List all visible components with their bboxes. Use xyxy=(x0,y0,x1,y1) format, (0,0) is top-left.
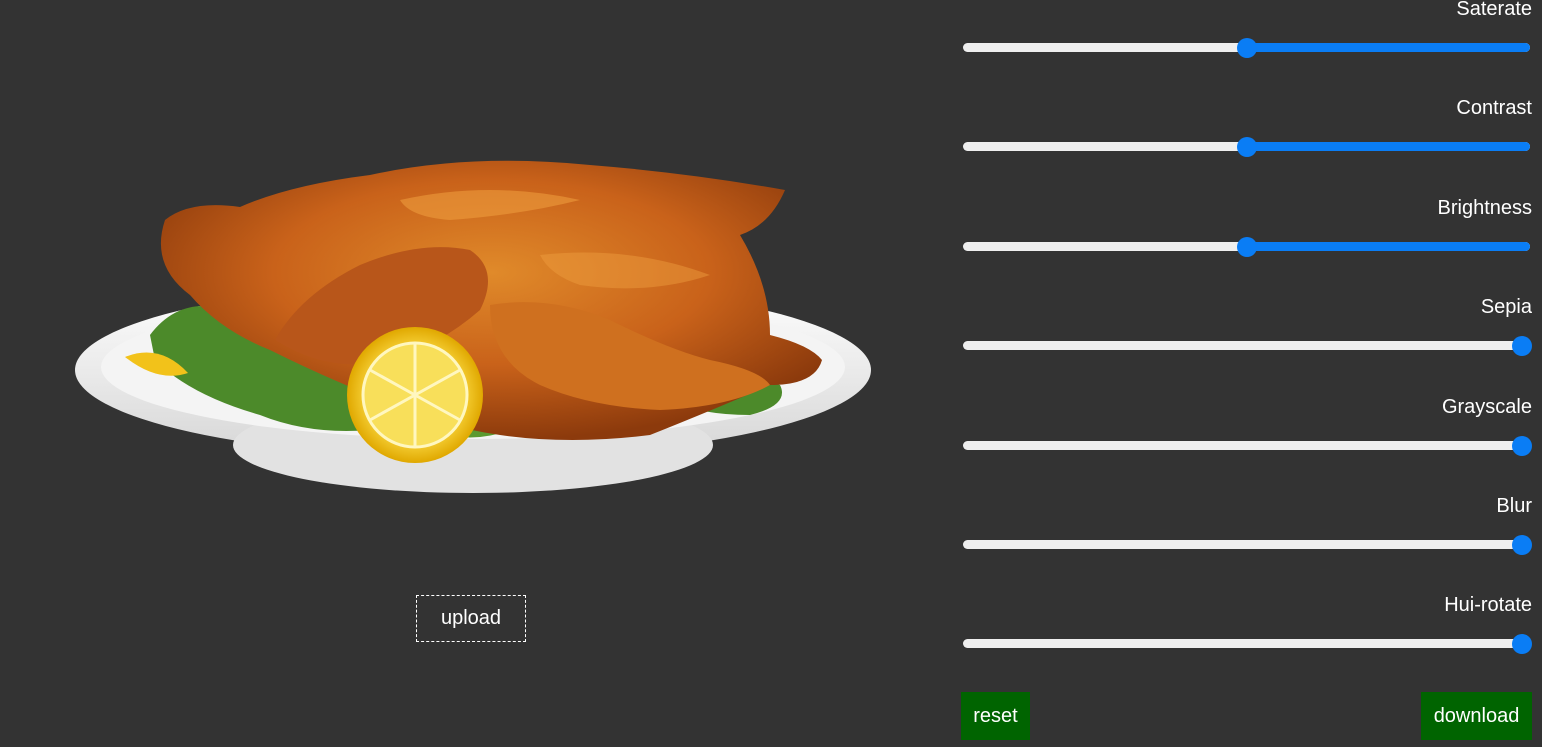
image-editor-app: upload reset download Saterate Contrast Br… xyxy=(0,0,1542,747)
grayscale-slider[interactable] xyxy=(961,435,1532,456)
brightness-slider[interactable] xyxy=(961,236,1532,257)
sepia-slider[interactable] xyxy=(961,336,1532,357)
slider-thumb[interactable] xyxy=(1512,435,1532,456)
filter-sepia: Sepia xyxy=(961,297,1532,357)
slider-fill xyxy=(1246,43,1530,52)
slider-fill xyxy=(1246,241,1530,251)
upload-button[interactable]: upload xyxy=(416,595,526,642)
hui-rotate-slider[interactable] xyxy=(961,634,1532,655)
filter-brightness: Brightness xyxy=(961,198,1532,258)
slider-track[interactable] xyxy=(963,341,1530,351)
filter-label: Blur xyxy=(1496,495,1532,517)
contrast-slider[interactable] xyxy=(961,137,1532,158)
filter-label: Sepia xyxy=(1480,296,1532,319)
roast-chicken-image xyxy=(70,145,880,505)
download-button[interactable]: download xyxy=(1421,692,1532,740)
filter-blur: Blur xyxy=(961,496,1532,556)
reset-button[interactable]: reset xyxy=(961,692,1030,740)
saterate-slider[interactable] xyxy=(961,38,1532,58)
slider-track[interactable] xyxy=(963,440,1530,450)
filter-label: Brightness xyxy=(1437,196,1533,219)
slider-thumb[interactable] xyxy=(1512,336,1532,357)
filter-controls: reset download Saterate Contrast Brightnes… xyxy=(961,0,1532,747)
filter-hui-rotate: Hui-rotate xyxy=(961,595,1532,655)
slider-thumb[interactable] xyxy=(1236,236,1257,257)
slider-thumb[interactable] xyxy=(1236,38,1257,58)
preview-area: upload xyxy=(0,0,940,747)
slider-thumb[interactable] xyxy=(1512,634,1532,655)
filter-label: Contrast xyxy=(1456,97,1532,120)
filter-label: Hui-rotate xyxy=(1444,594,1532,617)
slider-track[interactable] xyxy=(963,639,1530,649)
blur-slider[interactable] xyxy=(961,535,1532,555)
slider-thumb[interactable] xyxy=(1236,137,1257,158)
slider-thumb[interactable] xyxy=(1512,535,1532,555)
filter-label: Grayscale xyxy=(1441,395,1532,418)
filter-saterate: Saterate xyxy=(961,0,1532,59)
filter-grayscale: Grayscale xyxy=(961,397,1532,457)
filter-contrast: Contrast xyxy=(961,98,1532,158)
slider-fill xyxy=(1246,142,1530,152)
filter-label: Saterate xyxy=(1456,0,1532,20)
slider-track[interactable] xyxy=(963,540,1530,549)
